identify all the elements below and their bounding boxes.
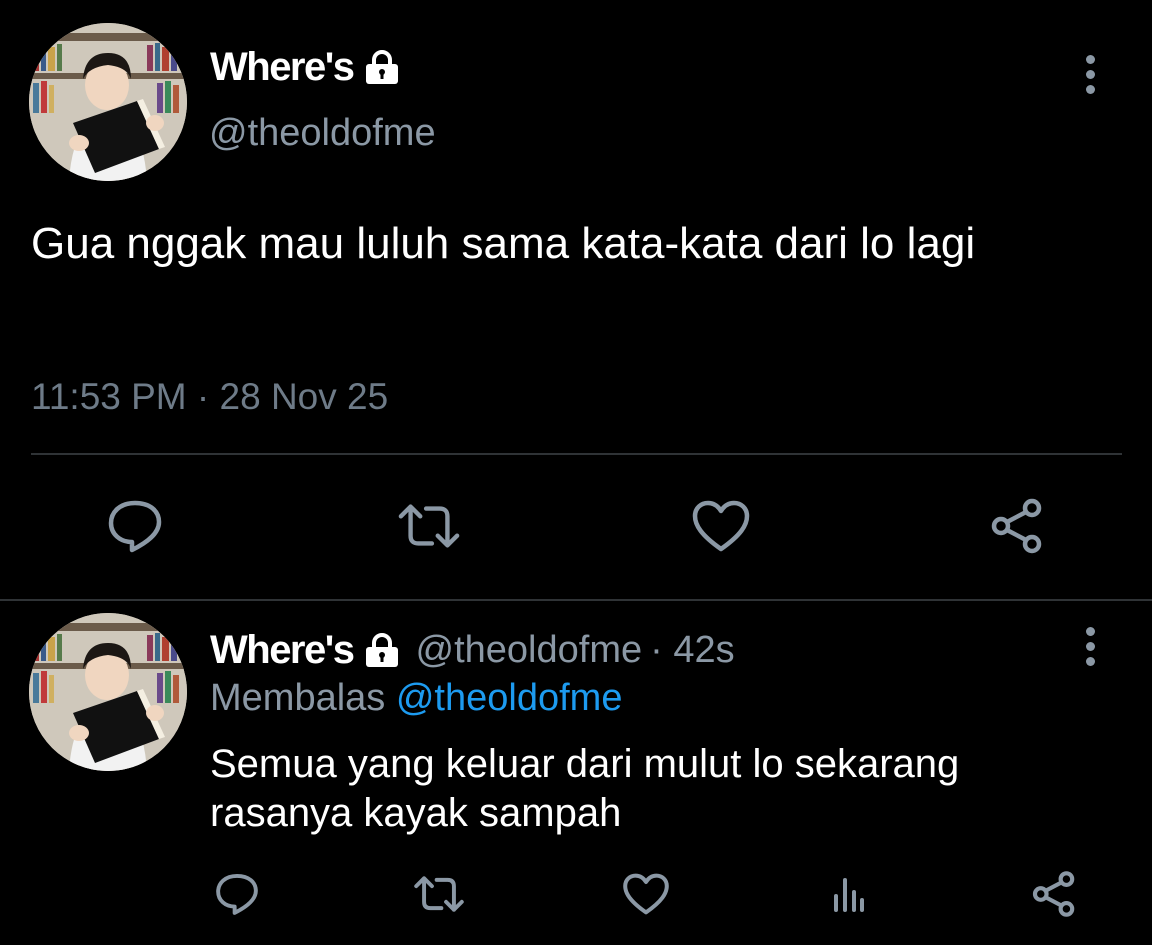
like-icon [692,500,750,552]
reply-share-button[interactable] [1022,862,1086,926]
display-name-text: Where's [210,627,355,672]
more-options-icon[interactable] [1075,44,1105,104]
reply-avatar[interactable] [29,613,187,771]
lock-icon [365,633,398,667]
user-handle[interactable]: @theoldofme [209,112,436,155]
reply-like-button[interactable] [614,862,678,926]
reply-icon [216,873,258,915]
tweet-timestamp[interactable]: 11:53 PM · 28 Nov 25 [31,376,388,418]
reply-more-options-icon[interactable] [1075,616,1105,676]
divider [31,453,1122,455]
reply-icon [108,500,162,553]
share-icon [1032,871,1075,917]
analytics-icon [834,878,864,912]
reply-reply-button[interactable] [205,862,269,926]
reply-time-ago[interactable]: · 42s [650,629,734,672]
retweet-button[interactable] [397,494,461,558]
display-name-text: Where's [210,44,355,89]
reply-button[interactable] [103,494,167,558]
replying-to: Membalas @theoldofme [210,677,622,720]
like-icon [623,873,669,915]
share-icon [991,498,1042,554]
reply-retweet-button[interactable] [407,862,471,926]
reply-user-handle[interactable]: @theoldofme [416,629,643,672]
reply-header: Where's @theoldofme · 42s [210,625,735,675]
retweet-icon [414,876,464,912]
avatar-photo [29,613,187,771]
reply-text: Semua yang keluar dari mulut lo sekarang… [210,742,960,835]
retweet-icon [398,504,460,548]
share-button[interactable] [985,494,1049,558]
display-name[interactable]: Where's [210,42,402,92]
avatar[interactable] [29,23,187,181]
tweet-text: Gua nggak mau luluh sama kata-kata dari … [31,219,976,268]
like-button[interactable] [689,494,753,558]
reply-analytics-button[interactable] [816,862,880,926]
reply-display-name[interactable]: Where's [210,628,402,673]
lock-icon [365,50,398,84]
avatar-photo [29,23,187,181]
replying-to-label: Membalas [210,677,386,719]
replying-to-mention[interactable]: @theoldofme [396,677,623,719]
section-divider [0,599,1152,601]
